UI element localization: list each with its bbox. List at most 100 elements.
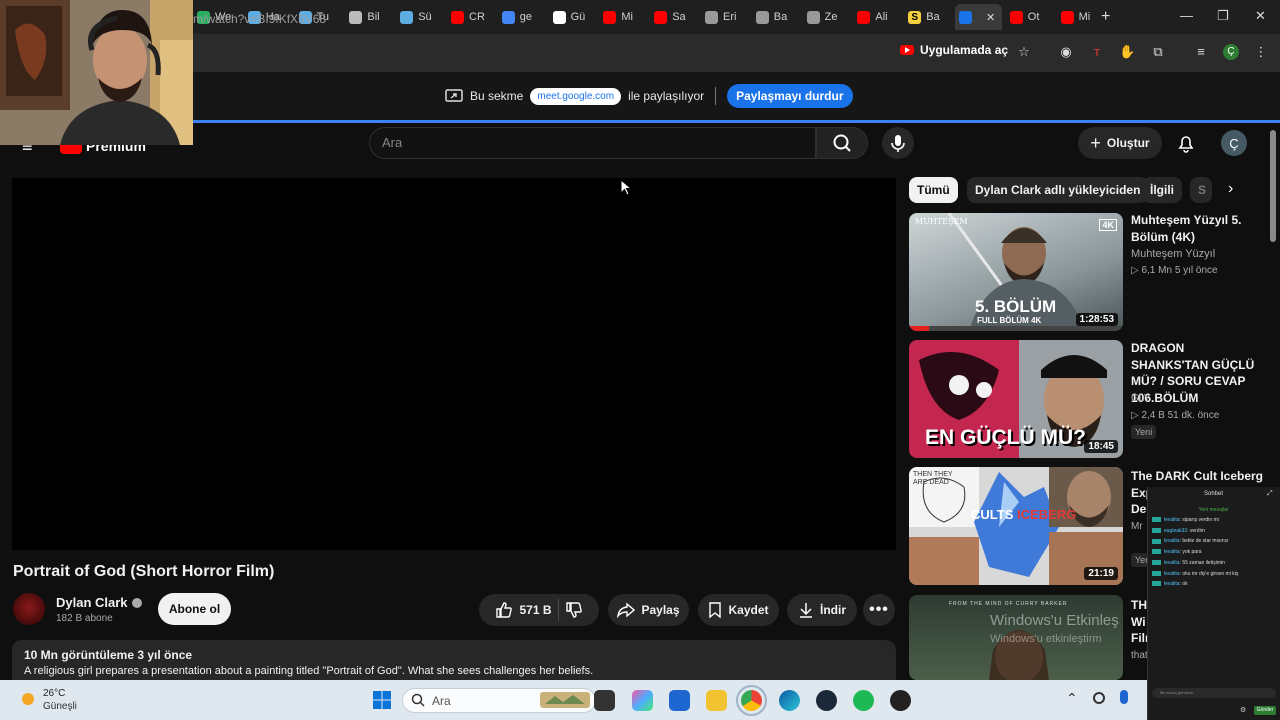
chat-settings-icon[interactable]: ⚙ (1240, 706, 1246, 714)
recommendation-channel[interactable]: Mr (1131, 521, 1143, 532)
channel-name-link[interactable]: Dylan Clark (56, 595, 142, 610)
browser-tab[interactable]: Ba (752, 4, 799, 30)
recommendation-channel[interactable]: Muhteşem Yüzyıl (1131, 248, 1215, 260)
page-scrollbar[interactable] (1270, 130, 1276, 242)
browser-tab[interactable]: CR (447, 4, 494, 30)
browser-tab[interactable]: S Ba (904, 4, 951, 30)
create-button[interactable]: + Oluştur (1078, 127, 1162, 159)
tab-label: Ali (875, 11, 888, 23)
thumb-main-text: EN GÜÇLÜ MÜ? (925, 426, 1086, 449)
browser-tab[interactable]: Sü (396, 4, 443, 30)
tab-favicon-icon (959, 10, 972, 24)
screen-share-icon (445, 89, 463, 102)
thumbs-down-icon[interactable] (565, 601, 583, 619)
extension-hand-icon[interactable]: ✋ (1119, 44, 1135, 60)
stop-sharing-button[interactable]: Paylaşmayı durdur (727, 84, 853, 108)
recommendation-thumbnail[interactable]: EN GÜÇLÜ MÜ? 18:45 (909, 340, 1123, 458)
close-tab-icon[interactable]: ✕ (986, 11, 995, 24)
weather-condition: Güneşli (43, 701, 77, 712)
search-input[interactable] (382, 135, 782, 150)
like-button[interactable]: 571 B (495, 601, 552, 619)
download-button[interactable]: İndir (787, 594, 857, 626)
browser-tab[interactable]: ✕ (955, 4, 1002, 30)
notifications-button[interactable] (1172, 127, 1200, 159)
search-box (369, 127, 816, 159)
recommendation-title[interactable]: DRAGON SHANKS'TAN GÜÇLÜ MÜ? / SORU CEVAP… (1131, 340, 1261, 406)
chat-text: bekle de star mısınız (1182, 538, 1229, 545)
tray-microphone-icon[interactable] (1120, 690, 1128, 704)
browser-tab[interactable]: Eri (701, 4, 748, 30)
recommendation-title[interactable]: Muhteşem Yüzyıl 5. Bölüm (4K) (1131, 212, 1261, 245)
browser-tab[interactable]: Bil (345, 4, 392, 30)
like-count: 571 B (519, 603, 552, 617)
chat-user-avatar (1152, 581, 1161, 587)
windows-start-icon[interactable] (372, 690, 392, 710)
maximize-button[interactable]: ❐ (1217, 8, 1229, 24)
close-window-button[interactable]: ✕ (1255, 8, 1266, 24)
extensions-puzzle-icon[interactable]: ⧉ (1150, 44, 1166, 60)
copilot-icon[interactable] (632, 690, 653, 711)
browser-tab[interactable]: Sa (650, 4, 697, 30)
sun-weather-icon[interactable] (18, 689, 38, 709)
recommendation-channel[interactable]: that (1131, 650, 1148, 661)
browser-tab[interactable]: Ot (1006, 4, 1053, 30)
edge-icon[interactable] (779, 690, 800, 711)
video-player[interactable] (12, 178, 896, 550)
browser-tab[interactable]: Gü (549, 4, 596, 30)
chat-title: Sohbet (1203, 491, 1224, 497)
chrome-icon[interactable] (736, 685, 767, 716)
channel-avatar[interactable] (13, 593, 45, 625)
outlook-icon[interactable] (669, 690, 690, 711)
browser-tab[interactable]: Mi (599, 4, 646, 30)
recommendation-channel[interactable]: GLY (1131, 393, 1150, 404)
like-divider (557, 599, 559, 621)
chip-overflow[interactable]: S (1190, 177, 1212, 203)
media-control-icon[interactable]: ≡ (1193, 44, 1209, 60)
extension-tp-icon[interactable]: ᴛ (1089, 44, 1105, 60)
tray-app-icon[interactable] (1093, 692, 1105, 704)
voice-search-button[interactable] (882, 127, 914, 159)
search-button[interactable] (816, 127, 868, 159)
share-banner-content: Bu sekme meet.google.com ile paylaşılıyo… (445, 84, 853, 108)
bookmark-star-icon[interactable]: ☆ (1016, 44, 1032, 60)
tab-favicon-icon (806, 10, 820, 24)
browser-menu-icon[interactable]: ⋮ (1253, 44, 1269, 60)
share-button[interactable]: Paylaş (608, 594, 689, 626)
save-button[interactable]: Kaydet (698, 594, 779, 626)
browser-tab[interactable]: ge (498, 4, 545, 30)
chevron-right-icon[interactable]: › (1228, 180, 1233, 198)
chat-message-input[interactable]: Bir mesaj gönderin (1152, 688, 1276, 698)
more-actions-button[interactable]: ••• (863, 594, 895, 626)
chip-related[interactable]: İlgili (1142, 177, 1182, 203)
recommendation-thumbnail[interactable]: MUHTEŞEM 4K 5. BÖLÜM FULL BÖLÜM 4K 1:28:… (909, 213, 1123, 331)
spotify-icon[interactable] (853, 690, 874, 711)
profile-avatar-icon[interactable]: Ç (1223, 44, 1239, 60)
steam-icon[interactable] (816, 690, 837, 711)
minimize-button[interactable]: — (1180, 8, 1193, 23)
extension-g-icon[interactable]: ◉ (1058, 44, 1074, 60)
open-in-app-button[interactable]: Uygulamada aç (900, 43, 1008, 57)
tab-favicon-icon (603, 10, 617, 24)
subscribe-button[interactable]: Abone ol (158, 593, 231, 625)
browser-tab[interactable]: Ze (803, 4, 850, 30)
weather-temperature[interactable]: 26°C (43, 688, 65, 699)
account-avatar[interactable]: Ç (1221, 130, 1247, 156)
chip-from-uploader[interactable]: Dylan Clark adlı yükleyiciden (967, 177, 1149, 203)
chat-text: siparış verdin mi (1182, 517, 1219, 523)
chat-popout-icon[interactable]: ⤢ (1267, 490, 1273, 498)
browser-tab[interactable]: Mi (1057, 4, 1104, 30)
task-view-icon[interactable] (594, 690, 615, 711)
tab-favicon-icon (857, 10, 871, 24)
app-icon-dark[interactable] (890, 690, 911, 711)
recommendation-thumbnail[interactable]: THEN THEY ARE DEAD CULTS ICEBERG 21:19 (909, 467, 1123, 585)
url-field[interactable]: m/watch?v=BI9fKfX5V68 (193, 12, 326, 26)
file-explorer-icon[interactable] (706, 690, 727, 711)
thumb-main-text: CULTS ICEBERG (971, 507, 1077, 522)
new-tab-button[interactable]: + (1101, 8, 1110, 26)
chip-all[interactable]: Tümü (909, 177, 958, 203)
chat-user-avatar (1152, 549, 1161, 555)
browser-tab[interactable]: Ali (853, 4, 900, 30)
chat-user-avatar (1152, 570, 1161, 576)
tray-chevron-up-icon[interactable]: ⌃ (1066, 690, 1078, 707)
chat-send-button[interactable]: Gönder (1254, 706, 1276, 715)
